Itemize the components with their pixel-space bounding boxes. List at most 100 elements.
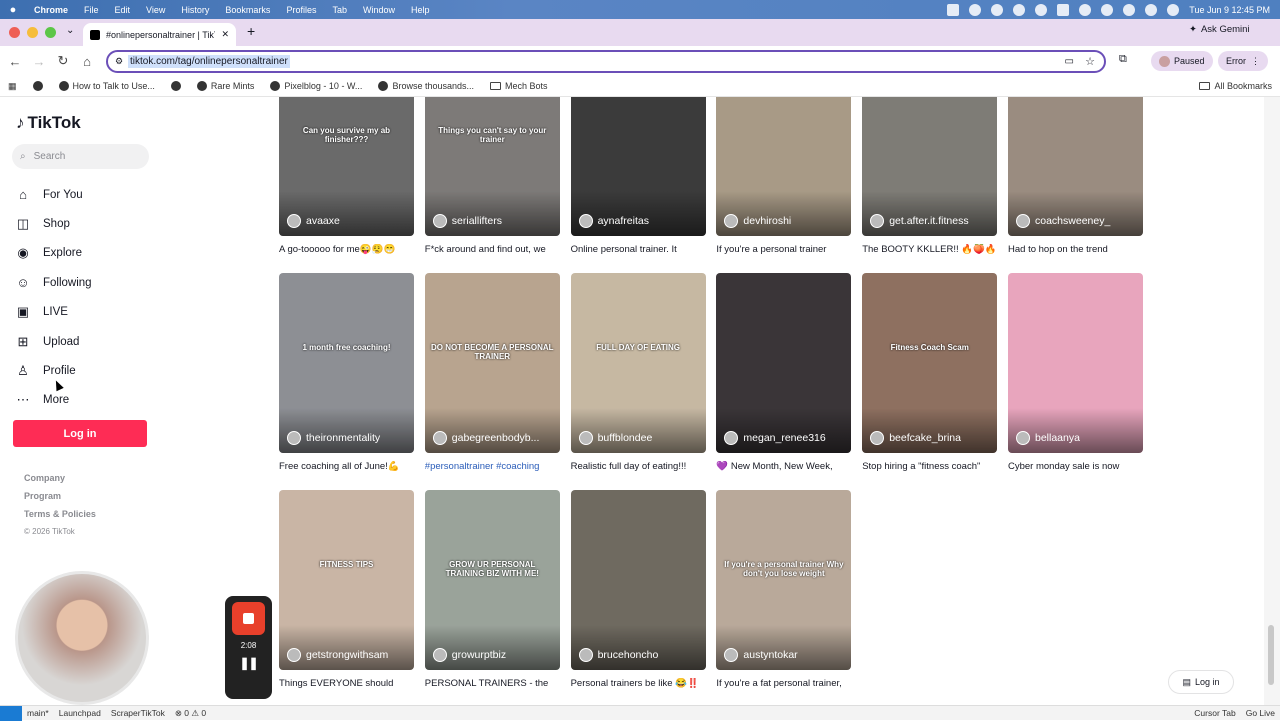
bookmark-1[interactable]: Rare Mints <box>189 81 263 91</box>
video-thumbnail[interactable]: megan_renee316 <box>716 273 852 453</box>
video-thumbnail[interactable]: aynafreitas <box>570 97 706 236</box>
video-card[interactable]: 1 month free coaching! theironmentality Fr… <box>279 273 414 472</box>
video-card[interactable]: coachsweeney_ Had to hop on the trend <box>1008 97 1143 255</box>
bookmark-blank[interactable] <box>163 81 189 91</box>
video-caption[interactable]: F*ck around and find out, we <box>425 244 560 255</box>
video-author[interactable]: devhiroshi <box>724 214 791 228</box>
video-thumbnail[interactable]: FULL DAY OF EATING buffblondee <box>570 273 706 453</box>
nav-upload[interactable]: ⊞ Upload <box>16 327 92 356</box>
bookmark-0[interactable]: How to Talk to Use... <box>51 81 163 91</box>
bookmark-star-icon[interactable]: ☆ <box>1085 55 1095 68</box>
apple-icon[interactable]: ● <box>0 4 26 16</box>
minimize-window-button[interactable] <box>27 27 38 38</box>
maximize-window-button[interactable] <box>45 27 56 38</box>
video-author[interactable]: brucehoncho <box>578 648 658 662</box>
video-caption[interactable]: PERSONAL TRAINERS - the <box>425 678 560 689</box>
footer-program[interactable]: Program <box>24 491 96 509</box>
menu-app[interactable]: Chrome <box>26 5 76 15</box>
profile-button[interactable]: Paused <box>1151 51 1213 71</box>
video-card[interactable]: megan_renee316 💜 New Month, New Week, <box>716 273 852 472</box>
sidebar-login-button[interactable]: Log in <box>13 420 147 447</box>
tiktok-logo[interactable]: ♪ TikTok <box>16 113 81 133</box>
menu-view[interactable]: View <box>138 5 173 15</box>
nav-more[interactable]: ⋯ More <box>16 386 92 415</box>
video-thumbnail[interactable]: If you're a personal trainer Why don't y… <box>716 490 852 670</box>
video-card[interactable]: brucehoncho Personal trainers be like 😂‼️ <box>570 490 706 689</box>
video-author[interactable]: coachsweeney_ <box>1016 214 1110 228</box>
video-caption[interactable]: Free coaching all of June!💪 <box>279 461 414 472</box>
video-caption[interactable]: A go-tooooo for me😜😮‍💨😁 <box>279 244 414 255</box>
pause-icon[interactable]: ❚❚ <box>239 656 258 670</box>
all-bookmarks-button[interactable]: All Bookmarks <box>1191 81 1280 91</box>
close-window-button[interactable] <box>9 27 20 38</box>
brightness-icon[interactable] <box>969 3 982 16</box>
nav-explore[interactable]: ◉ Explore <box>16 239 92 268</box>
url-text[interactable]: tiktok.com/tag/onlinepersonaltrainer <box>128 55 290 68</box>
screen-share-icon[interactable] <box>947 3 960 16</box>
extension-icon[interactable] <box>991 3 1004 16</box>
nav-following[interactable]: ☺ Following <box>16 268 91 297</box>
extensions-icon[interactable]: ⧉ <box>1119 53 1127 66</box>
bookmark-github[interactable] <box>25 81 51 91</box>
video-author[interactable]: megan_renee316 <box>724 431 826 445</box>
reload-icon[interactable]: ↻ <box>51 53 75 69</box>
video-author[interactable]: growurptbiz <box>432 648 506 662</box>
video-thumbnail[interactable]: Fitness Coach Scam beefcake_brina <box>862 273 998 453</box>
video-thumbnail[interactable]: brucehoncho <box>570 490 706 670</box>
video-card[interactable]: FULL DAY OF EATING buffblondee Realistic f… <box>570 273 706 472</box>
home-icon[interactable]: ⌂ <box>75 54 99 69</box>
video-author[interactable]: aynafreitas <box>578 214 649 228</box>
video-caption[interactable]: 💜 New Month, New Week, <box>716 461 851 472</box>
page-scrollbar[interactable] <box>1264 97 1280 705</box>
video-caption[interactable]: The BOOTY KKLLER!! 🔥🍑🔥 <box>862 244 997 255</box>
project-status[interactable]: ScraperTikTok <box>106 708 170 718</box>
video-author[interactable]: seriallifters <box>432 214 502 228</box>
menu-profiles[interactable]: Profiles <box>278 5 324 15</box>
video-caption[interactable]: Cyber monday sale is now <box>1008 461 1143 472</box>
sync-icon[interactable] <box>1013 3 1026 16</box>
video-author[interactable]: theironmentality <box>287 431 380 445</box>
video-card[interactable]: GROW UR PERSONAL TRAINING BIZ WITH ME! gr… <box>424 490 560 689</box>
video-card[interactable]: aynafreitas Online personal trainer. It <box>570 97 706 255</box>
video-caption[interactable]: Stop hiring a "fitness coach" <box>862 461 997 472</box>
video-caption[interactable]: If you're a fat personal trainer, <box>716 678 851 689</box>
video-author[interactable]: getstrongwithsam <box>287 648 388 662</box>
footer-terms[interactable]: Terms & Policies <box>24 509 96 527</box>
video-thumbnail[interactable]: Things you can't say to your trainer seri… <box>424 97 560 236</box>
control-center-icon[interactable] <box>1145 3 1158 16</box>
video-card[interactable]: get.after.it.fitness The BOOTY KKLLER!! 🔥… <box>862 97 998 255</box>
menu-file[interactable]: File <box>76 5 107 15</box>
bookmark-4[interactable]: Mech Bots <box>482 81 556 91</box>
bookmark-3[interactable]: Browse thousands... <box>370 81 482 91</box>
video-card[interactable]: Fitness Coach Scam beefcake_brina Stop hir… <box>862 273 998 472</box>
tab-search-icon[interactable]: ⌄ <box>66 25 74 36</box>
video-author[interactable]: get.after.it.fitness <box>870 214 969 228</box>
search-input[interactable]: ⌕ Search <box>12 144 149 169</box>
video-caption[interactable]: #personaltrainer #coaching <box>425 461 560 472</box>
menu-window[interactable]: Window <box>355 5 403 15</box>
video-author[interactable]: avaaxe <box>287 214 340 228</box>
play-icon[interactable] <box>1035 3 1048 16</box>
nav-live[interactable]: ▣ LIVE <box>16 298 92 327</box>
footer-company[interactable]: Company <box>24 473 96 491</box>
active-tab[interactable]: #onlinepersonaltrainer | TikTo ✕ <box>83 23 236 46</box>
video-card[interactable]: bellaanya Cyber monday sale is now <box>1008 273 1143 472</box>
video-author[interactable]: gabegreenbodyb... <box>432 431 539 445</box>
new-tab-button[interactable]: + <box>247 23 255 39</box>
remote-indicator-icon[interactable] <box>0 705 22 721</box>
spotlight-icon[interactable] <box>1123 3 1136 16</box>
video-author[interactable]: austyntokar <box>724 648 798 662</box>
nav-for-you[interactable]: ⌂ For You <box>16 180 92 209</box>
video-thumbnail[interactable]: GROW UR PERSONAL TRAINING BIZ WITH ME! gr… <box>424 490 560 670</box>
address-bar[interactable]: ⚙ tiktok.com/tag/onlinepersonaltrainer ▭… <box>106 50 1106 73</box>
cursor-tab-status[interactable]: Cursor Tab <box>1189 708 1240 718</box>
video-caption[interactable]: Had to hop on the trend <box>1008 244 1143 255</box>
launchpad-status[interactable]: Launchpad <box>54 708 106 718</box>
menu-edit[interactable]: Edit <box>107 5 139 15</box>
error-menu-button[interactable]: Error ⋮ <box>1218 51 1268 71</box>
video-caption[interactable]: If you're a personal trainer <box>716 244 851 255</box>
menu-history[interactable]: History <box>173 5 217 15</box>
menubar-clock[interactable]: Tue Jun 9 12:45 PM <box>1189 5 1270 15</box>
video-card[interactable]: Can you survive my ab finisher??? avaaxe A… <box>279 97 414 255</box>
video-card[interactable]: DO NOT BECOME A PERSONAL TRAINER gabegree… <box>424 273 560 472</box>
